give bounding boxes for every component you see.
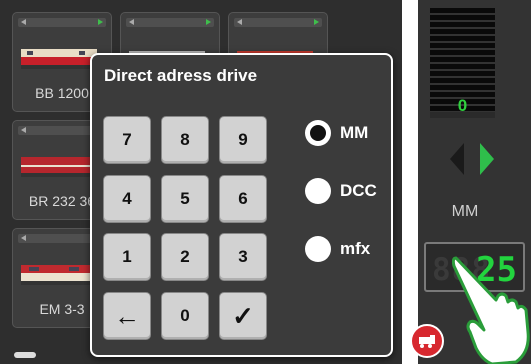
direction-forward-icon[interactable] (480, 143, 494, 175)
locomotive-image (21, 157, 97, 177)
key-3[interactable]: 3 (219, 233, 267, 281)
protocol-option-mfx[interactable]: mfx (305, 236, 370, 262)
tile-speed-bar (126, 18, 214, 27)
key-1[interactable]: 1 (103, 233, 151, 281)
direction-right-icon (206, 19, 211, 25)
direction-left-icon (21, 127, 26, 133)
key-4[interactable]: 4 (103, 175, 151, 223)
tile-speed-bar (234, 18, 322, 27)
tile-speed-bar (18, 18, 106, 27)
direction-right-icon (314, 19, 319, 25)
locomotive-button[interactable] (410, 324, 444, 358)
key-0[interactable]: 0 (161, 292, 209, 340)
radio-selected-icon[interactable] (305, 120, 331, 146)
confirm-button[interactable]: ✓ (219, 292, 267, 340)
backspace-button[interactable]: ← (103, 292, 151, 340)
key-8[interactable]: 8 (161, 116, 209, 164)
locomotive-image (21, 49, 97, 69)
direction-right-icon (98, 19, 103, 25)
protocol-label: MM (451, 203, 479, 220)
direction-left-icon (21, 19, 26, 25)
direct-address-dialog: Direct adress drive 7 8 9 4 5 6 1 2 3 ← … (90, 53, 393, 357)
key-5[interactable]: 5 (161, 175, 209, 223)
protocol-option-label: mfx (340, 239, 371, 258)
speed-value: 0 (457, 96, 468, 115)
direction-left-icon (237, 19, 242, 25)
key-6[interactable]: 6 (219, 175, 267, 223)
radio-unselected-icon[interactable] (305, 178, 331, 204)
radio-unselected-icon[interactable] (305, 236, 331, 262)
key-9[interactable]: 9 (219, 116, 267, 164)
protocol-option-mm[interactable]: MM (305, 120, 368, 146)
direction-left-icon (129, 19, 134, 25)
scroll-indicator[interactable] (14, 352, 36, 358)
dialog-title: Direct adress drive (104, 66, 258, 85)
protocol-option-dcc[interactable]: DCC (305, 178, 377, 204)
key-7[interactable]: 7 (103, 116, 151, 164)
hand-pointer-icon (452, 256, 530, 364)
protocol-option-label: DCC (340, 181, 377, 200)
direction-left-icon (21, 235, 26, 241)
key-2[interactable]: 2 (161, 233, 209, 281)
locomotive-image (21, 265, 97, 285)
direction-reverse-icon[interactable] (450, 143, 464, 175)
locomotive-icon (419, 335, 435, 348)
protocol-option-label: MM (340, 123, 369, 142)
